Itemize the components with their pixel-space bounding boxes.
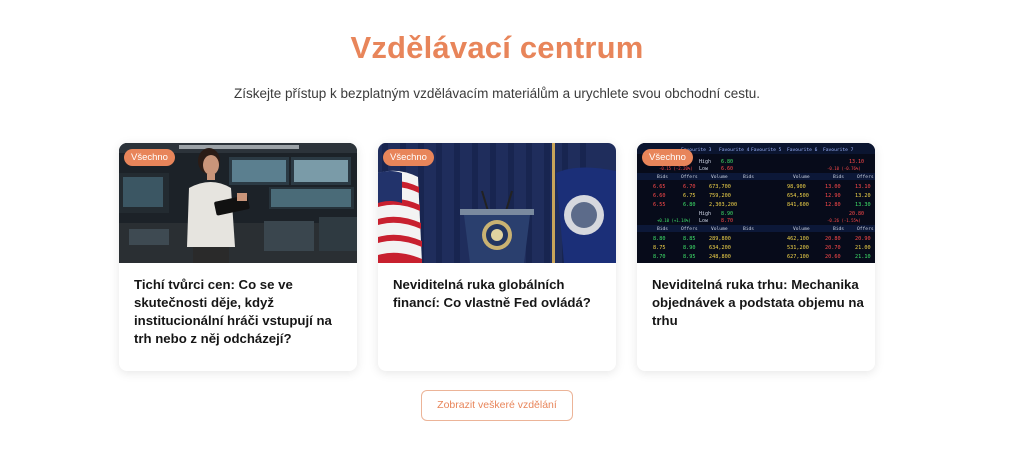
article-card[interactable]: Favourite 3 Favourite 4 Favourite 5 Favo… — [637, 143, 875, 371]
svg-text:Offers: Offers — [681, 226, 698, 232]
svg-text:6.80: 6.80 — [683, 202, 696, 208]
svg-text:8.90: 8.90 — [721, 211, 733, 217]
svg-text:12.90: 12.90 — [825, 193, 841, 199]
svg-text:Bids: Bids — [833, 226, 844, 232]
svg-text:-0.15 (-2.20%): -0.15 (-2.20%) — [659, 166, 693, 171]
svg-text:-0.26 (-1.55%): -0.26 (-1.55%) — [827, 218, 861, 223]
svg-text:12.80: 12.80 — [825, 202, 841, 208]
svg-text:21.00: 21.00 — [855, 245, 871, 251]
article-card-list: Všechno Tichí tvůrci cen: Co se ve skute… — [119, 143, 877, 371]
svg-text:98,900: 98,900 — [787, 184, 806, 190]
article-card[interactable]: Všechno Tichí tvůrci cen: Co se ve skute… — [119, 143, 357, 371]
svg-text:High: High — [699, 159, 711, 165]
svg-text:20.90: 20.90 — [855, 236, 871, 242]
svg-text:Bids: Bids — [743, 174, 754, 180]
svg-text:2,303,200: 2,303,200 — [709, 202, 737, 208]
svg-text:841,600: 841,600 — [787, 202, 809, 208]
svg-text:Bids: Bids — [833, 174, 844, 180]
svg-text:6.70: 6.70 — [683, 184, 696, 190]
svg-text:13.10: 13.10 — [849, 159, 864, 165]
article-title[interactable]: Neviditelná ruka globálních financí: Co … — [393, 276, 605, 312]
svg-text:Favourite 4: Favourite 4 — [719, 147, 750, 153]
svg-text:531,200: 531,200 — [787, 245, 809, 251]
svg-text:759,200: 759,200 — [709, 193, 731, 199]
svg-text:6.65: 6.65 — [653, 184, 666, 190]
svg-text:627,100: 627,100 — [787, 254, 809, 260]
svg-text:Volume: Volume — [711, 226, 728, 232]
category-badge: Všechno — [383, 149, 434, 166]
svg-text:Low: Low — [699, 166, 709, 172]
svg-text:8.85: 8.85 — [683, 236, 696, 242]
svg-text:Bids: Bids — [657, 174, 668, 180]
svg-text:8.75: 8.75 — [653, 245, 666, 251]
show-all-education-button[interactable]: Zobrazit veškeré vzdělání — [421, 390, 573, 421]
article-thumbnail: Všechno — [119, 143, 357, 263]
svg-text:6.60: 6.60 — [653, 193, 666, 199]
svg-text:Favourite 5: Favourite 5 — [751, 147, 782, 153]
category-badge: Všechno — [124, 149, 175, 166]
svg-text:Favourite 6: Favourite 6 — [787, 147, 818, 153]
svg-text:Offers: Offers — [681, 174, 698, 180]
svg-text:8.70: 8.70 — [721, 218, 733, 224]
svg-text:Favourite 7: Favourite 7 — [823, 147, 854, 153]
svg-text:13.10: 13.10 — [855, 184, 871, 190]
svg-text:6.75: 6.75 — [683, 193, 696, 199]
article-title[interactable]: Tichí tvůrci cen: Co se ve skutečnosti d… — [134, 276, 346, 348]
svg-text:Offers: Offers — [857, 226, 874, 232]
svg-text:6.60: 6.60 — [721, 166, 733, 172]
svg-text:8.70: 8.70 — [653, 254, 666, 260]
svg-text:20.80: 20.80 — [825, 236, 841, 242]
svg-text:20.70: 20.70 — [825, 245, 841, 251]
svg-text:13.30: 13.30 — [855, 202, 871, 208]
article-card[interactable]: Všechno Neviditelná ruka globálních fina… — [378, 143, 616, 371]
svg-text:8.95: 8.95 — [683, 254, 696, 260]
svg-text:-0.10 (-0.76%): -0.10 (-0.76%) — [827, 166, 861, 171]
svg-text:High: High — [699, 211, 711, 217]
svg-text:Bids: Bids — [743, 226, 754, 232]
svg-text:6.55: 6.55 — [653, 202, 666, 208]
svg-text:Volume: Volume — [793, 174, 810, 180]
svg-text:654,500: 654,500 — [787, 193, 809, 199]
svg-text:248,800: 248,800 — [709, 254, 731, 260]
svg-text:Volume: Volume — [711, 174, 728, 180]
svg-text:Volume: Volume — [793, 226, 810, 232]
svg-text:Offers: Offers — [857, 174, 874, 180]
svg-text:Low: Low — [699, 218, 709, 224]
svg-text:8.90: 8.90 — [683, 245, 696, 251]
page-subtitle: Získejte přístup k bezplatným vzdělávací… — [234, 86, 760, 101]
category-badge: Všechno — [642, 149, 693, 166]
svg-text:13.00: 13.00 — [825, 184, 841, 190]
article-title[interactable]: Neviditelná ruka trhu: Mechanika objedná… — [652, 276, 864, 330]
svg-text:6.80: 6.80 — [721, 159, 733, 165]
article-thumbnail: Všechno — [378, 143, 616, 263]
svg-text:634,200: 634,200 — [709, 245, 731, 251]
svg-text:+0.10 (+1.14%): +0.10 (+1.14%) — [657, 218, 691, 223]
svg-text:21.10: 21.10 — [855, 254, 871, 260]
svg-text:20.80: 20.80 — [849, 211, 864, 217]
svg-text:289,800: 289,800 — [709, 236, 731, 242]
svg-text:13.20: 13.20 — [855, 193, 871, 199]
svg-text:20.60: 20.60 — [825, 254, 841, 260]
svg-text:673,700: 673,700 — [709, 184, 731, 190]
page-title: Vzdělávací centrum — [350, 30, 644, 65]
svg-text:Bids: Bids — [657, 226, 668, 232]
article-thumbnail: Favourite 3 Favourite 4 Favourite 5 Favo… — [637, 143, 875, 263]
svg-text:462,100: 462,100 — [787, 236, 809, 242]
svg-text:8.80: 8.80 — [653, 236, 666, 242]
